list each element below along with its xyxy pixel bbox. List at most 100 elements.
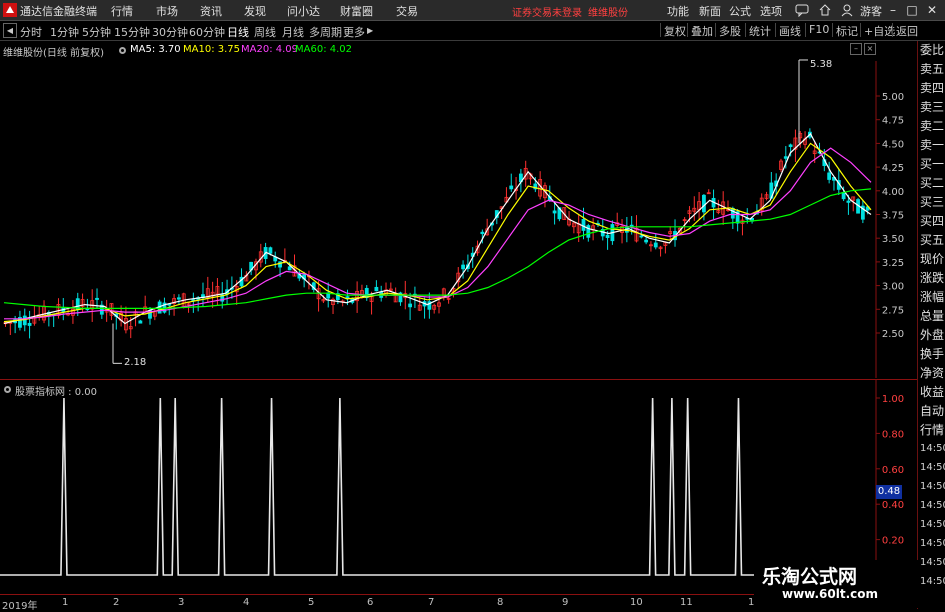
candle-body xyxy=(480,231,485,235)
side-panel-label[interactable]: 委比 xyxy=(920,43,944,57)
period-tab-more[interactable]: 更多 xyxy=(343,24,365,40)
return-button[interactable]: 返回 xyxy=(892,23,921,38)
candle-body xyxy=(730,207,735,219)
overlay-button[interactable]: 叠加 xyxy=(687,23,716,38)
side-panel-label[interactable]: 买三 xyxy=(920,195,944,209)
candle-body xyxy=(408,303,413,308)
minimize-icon[interactable]: – xyxy=(885,2,901,18)
side-panel-label[interactable]: 14:50 xyxy=(920,518,945,532)
chat-icon[interactable] xyxy=(795,3,809,17)
side-panel-label[interactable]: 卖二 xyxy=(920,119,944,133)
candle-body xyxy=(841,192,846,200)
maximize-icon[interactable]: □ xyxy=(904,2,920,18)
candle-body xyxy=(644,239,649,243)
kline-plot: 5.00 4.75 4.50 4.25 4.00 3.75 3.50 3.25 3.00 2.75… xyxy=(3,59,904,378)
period-tab-30min[interactable]: 30分钟 xyxy=(152,24,188,40)
side-panel-label[interactable]: 买五 xyxy=(920,233,944,247)
side-panel-label[interactable]: 收益 xyxy=(920,385,944,399)
y-tick-label: 2.75 xyxy=(882,305,904,316)
candle-body xyxy=(702,194,706,213)
period-tab-1min[interactable]: 1分钟 xyxy=(50,24,79,40)
period-tab-monthly[interactable]: 月线 xyxy=(282,24,304,40)
menu-formula[interactable]: 公式 xyxy=(729,3,751,19)
watermark-box: 乐淘公式网 www.60lt.com xyxy=(754,560,920,608)
side-panel-label[interactable]: 卖五 xyxy=(920,62,944,76)
menu-item-news[interactable]: 资讯 xyxy=(200,3,222,19)
side-panel-label[interactable]: 14:50 xyxy=(920,556,945,570)
menu-item-discover[interactable]: 发现 xyxy=(244,3,266,19)
side-panel-label[interactable]: 涨幅 xyxy=(920,290,944,304)
menu-item-wealth[interactable]: 财富圈 xyxy=(340,3,373,19)
draw-line-button[interactable]: 画线 xyxy=(775,23,804,38)
menu-item-ask[interactable]: 问小达 xyxy=(287,3,320,19)
candle-body xyxy=(509,185,514,190)
side-panel-label[interactable]: 行情 xyxy=(920,423,944,437)
period-tab-15min[interactable]: 15分钟 xyxy=(114,24,150,40)
adjust-button[interactable]: 复权 xyxy=(660,23,689,38)
multi-stock-button[interactable]: 多股 xyxy=(715,23,744,38)
x-tick-label: 8 xyxy=(497,597,504,608)
period-tab-5min[interactable]: 5分钟 xyxy=(82,24,111,40)
side-panel-label[interactable]: 14:50 xyxy=(920,461,945,475)
side-panel-label[interactable]: 买一 xyxy=(920,157,944,171)
side-panel-label[interactable]: 14:50 xyxy=(920,499,945,513)
candle-body xyxy=(783,156,788,159)
side-panel-label[interactable]: 涨跌 xyxy=(920,271,944,285)
side-panel-label[interactable]: 总量 xyxy=(920,309,944,323)
y-tick-label: 4.75 xyxy=(882,116,904,127)
ma-line-ma20 xyxy=(4,147,872,320)
indicator-line xyxy=(0,397,876,576)
side-panel-label[interactable]: 换手 xyxy=(920,347,944,361)
back-arrow-icon[interactable]: ◀ xyxy=(3,23,17,38)
menu-item-market[interactable]: 行情 xyxy=(111,3,133,19)
candle-body xyxy=(846,200,851,203)
period-tab-multi[interactable]: 多周期 xyxy=(309,24,342,40)
side-panel-label[interactable]: 买四 xyxy=(920,214,944,228)
side-panel-label[interactable]: 卖四 xyxy=(920,81,944,95)
side-panel-label[interactable]: 自动 xyxy=(920,404,944,418)
y-tick-label: 3.75 xyxy=(882,211,904,222)
menu-new-page[interactable]: 新面 xyxy=(699,3,721,19)
stats-button[interactable]: 统计 xyxy=(745,23,774,38)
menu-item-exchange[interactable]: 市场 xyxy=(156,3,178,19)
kline-chart-pane[interactable]: 维维股份(日线 前复权) MA5: 3.70 MA10: 3.75 MA20: … xyxy=(0,41,917,378)
side-panel-label[interactable]: 14:50 xyxy=(920,480,945,494)
x-tick-label: 10 xyxy=(630,597,643,608)
user-icon[interactable] xyxy=(840,3,854,17)
mark-button[interactable]: 标记 xyxy=(832,23,861,38)
period-tab-daily[interactable]: 日线 xyxy=(227,24,249,40)
y-tick-label: 0.80 xyxy=(882,429,904,440)
more-arrow-icon[interactable]: ▶ xyxy=(367,26,373,35)
x-tick-label: 9 xyxy=(562,597,569,608)
side-panel-label[interactable]: 买二 xyxy=(920,176,944,190)
candle-body xyxy=(95,297,99,300)
side-panel-label[interactable]: 外盘 xyxy=(920,328,944,342)
side-panel-label[interactable]: 现价 xyxy=(920,252,944,266)
side-panel-label[interactable]: 卖三 xyxy=(920,100,944,114)
side-panel-label[interactable]: 净资 xyxy=(920,366,944,380)
guest-label[interactable]: 游客 xyxy=(860,3,882,19)
close-icon[interactable]: ✕ xyxy=(924,2,940,18)
low-price-label: 2.18 xyxy=(124,357,147,368)
side-panel-label[interactable]: 14:50 xyxy=(920,442,945,456)
menu-function[interactable]: 功能 xyxy=(667,3,689,19)
candle-body xyxy=(461,264,465,270)
menu-item-trade[interactable]: 交易 xyxy=(396,3,418,19)
side-panel-label[interactable]: 14:50 xyxy=(920,575,945,589)
y-tick-label: 3.50 xyxy=(882,234,904,245)
candle-body xyxy=(138,320,143,324)
login-warning[interactable]: 证券交易未登录 xyxy=(512,4,582,19)
candle-body xyxy=(27,322,32,326)
x-tick-label: 6 xyxy=(367,597,374,608)
ma-line-ma60 xyxy=(3,188,872,309)
f10-button[interactable]: F10 xyxy=(805,23,832,37)
side-panel-label[interactable]: 14:50 xyxy=(920,537,945,551)
period-tab-60min[interactable]: 60分钟 xyxy=(189,24,225,40)
period-tab-weekly[interactable]: 周线 xyxy=(254,24,276,40)
home-icon[interactable] xyxy=(818,3,832,17)
side-panel-label[interactable]: 卖一 xyxy=(920,138,944,152)
period-tab-intraday[interactable]: 分时 xyxy=(20,24,42,40)
candle-body xyxy=(176,297,181,300)
menu-options[interactable]: 选项 xyxy=(760,3,782,19)
y-tick-label: 4.50 xyxy=(882,139,904,150)
